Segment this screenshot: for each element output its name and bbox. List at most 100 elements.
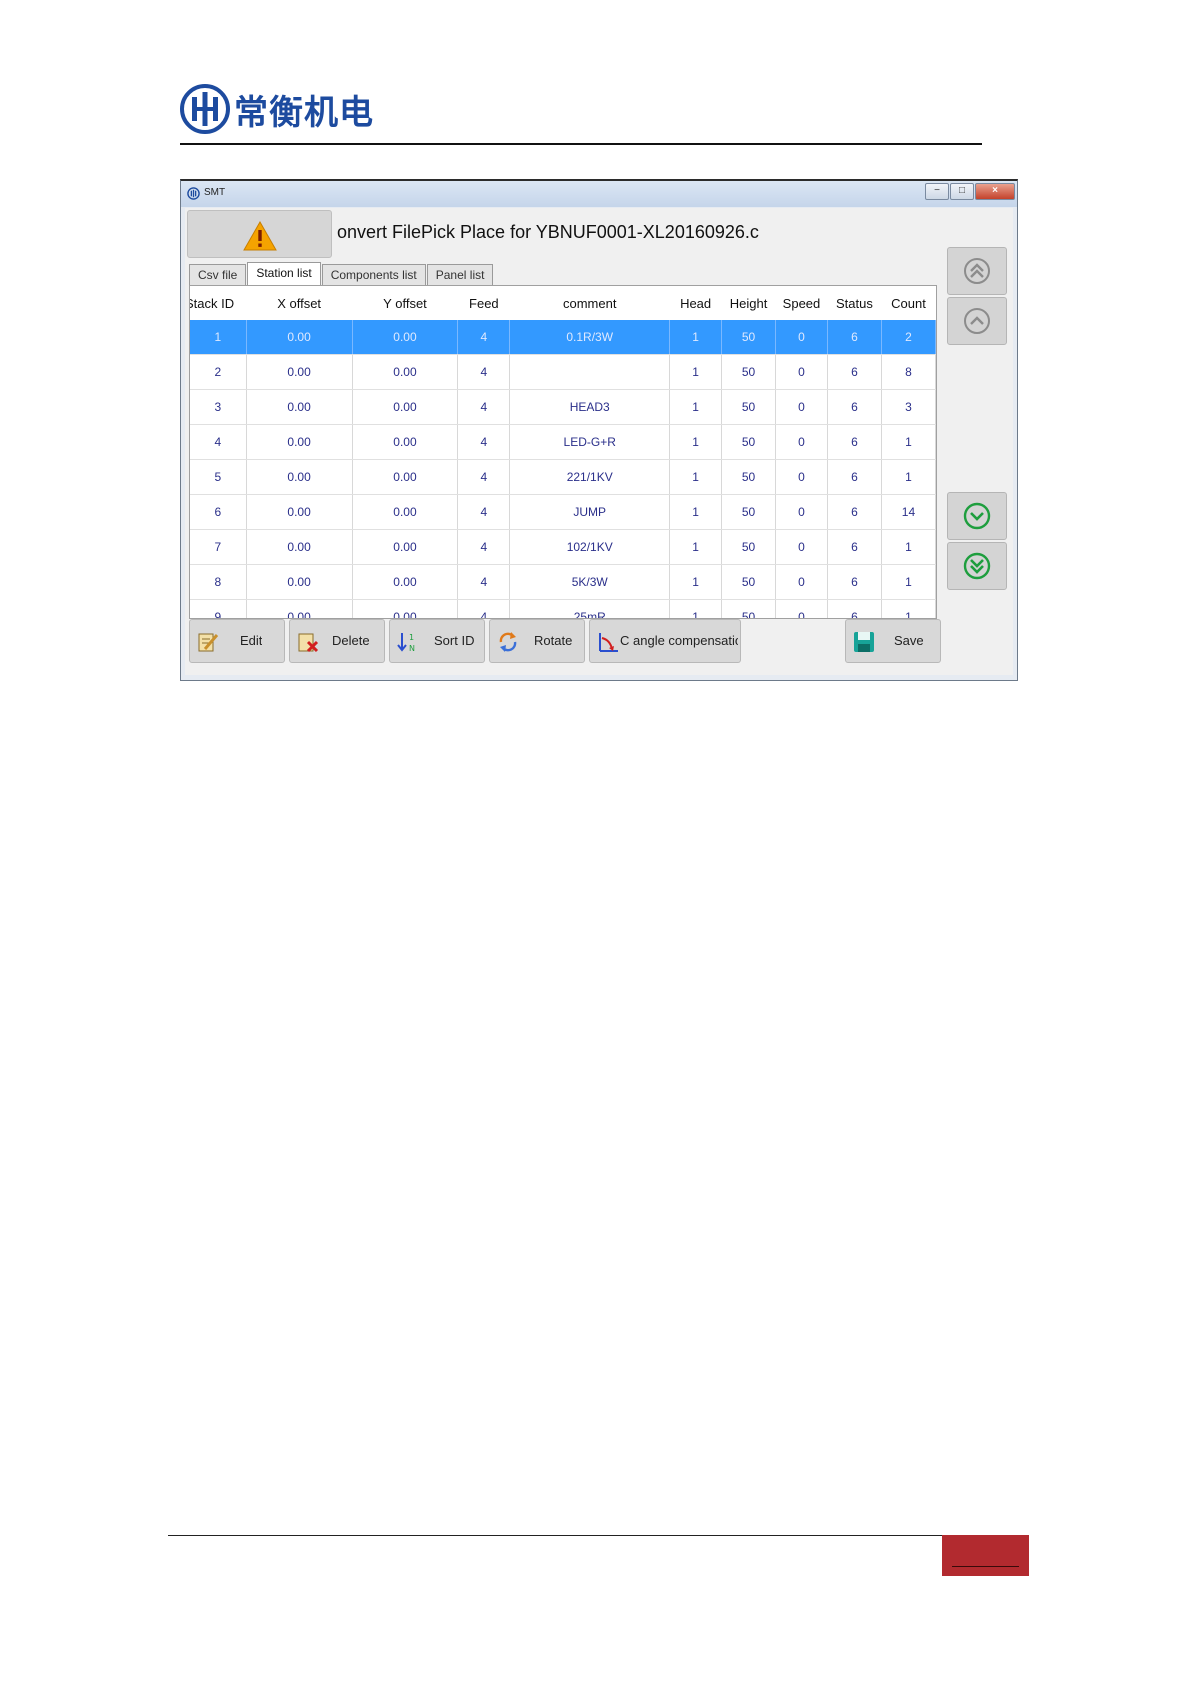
table-row[interactable]: 2 0.00 0.00 4 1 50 0 6 8 <box>190 354 936 390</box>
scroll-down-button[interactable] <box>947 492 1007 540</box>
tab-panel-list[interactable]: Panel list <box>426 264 494 285</box>
table-cell: 0.00 <box>352 389 459 425</box>
table-cell: 0.00 <box>352 459 459 495</box>
column-header[interactable]: Height <box>721 286 776 320</box>
table-cell: 4 <box>457 599 511 618</box>
double-chevron-up-icon <box>964 258 990 284</box>
table-row[interactable]: 7 0.00 0.00 4 102/1KV 1 50 0 6 1 <box>190 529 936 565</box>
table-cell: 0 <box>775 354 828 390</box>
table-cell: 4 <box>457 459 511 495</box>
table-row[interactable]: 1 0.00 0.00 4 0.1R/3W 1 50 0 6 2 <box>190 320 936 355</box>
sort-id-label: Sort ID <box>434 633 475 648</box>
warning-button[interactable] <box>187 210 332 258</box>
table-cell: 5K/3W <box>509 564 671 600</box>
table-cell: 9 <box>190 599 247 618</box>
table-row[interactable]: 5 0.00 0.00 4 221/1KV 1 50 0 6 1 <box>190 459 936 495</box>
sort-id-button[interactable]: 1 N Sort ID <box>389 619 485 663</box>
table-cell: 4 <box>457 424 511 460</box>
column-header[interactable]: Head <box>669 286 722 320</box>
table-cell: 0 <box>775 320 828 355</box>
column-header[interactable]: Count <box>881 286 936 320</box>
table-cell: 1 <box>669 459 723 495</box>
table-cell: 4 <box>190 424 247 460</box>
table-cell: 5 <box>190 459 247 495</box>
tab-bar: Csv file Station list Components list Pa… <box>189 262 494 285</box>
table-cell: 4 <box>457 564 511 600</box>
table-cell: 4 <box>457 389 511 425</box>
table-cell: 4 <box>457 529 511 565</box>
table-cell: 0.00 <box>352 494 459 530</box>
tab-station-list[interactable]: Station list <box>247 262 321 285</box>
table-row[interactable]: 9 0.00 0.00 4 25mR 1 50 0 6 1 <box>190 599 936 618</box>
column-header[interactable]: Stack ID <box>190 286 247 320</box>
table-cell: 0.00 <box>246 529 353 565</box>
table-cell: 0.00 <box>246 599 353 618</box>
edit-label: Edit <box>240 633 263 648</box>
scroll-up-button[interactable] <box>947 297 1007 345</box>
close-button[interactable]: × <box>975 183 1015 200</box>
table-cell: 1 <box>881 599 936 618</box>
table-cell: 0 <box>775 459 828 495</box>
table-cell: 25mR <box>509 599 671 618</box>
scroll-top-button[interactable] <box>947 247 1007 295</box>
column-header[interactable]: Speed <box>775 286 828 320</box>
logo-mark-icon <box>180 84 230 134</box>
rotate-button[interactable]: Rotate <box>489 619 585 663</box>
maximize-button[interactable]: □ <box>950 183 974 200</box>
table-cell: 1 <box>190 320 247 355</box>
header-divider <box>180 143 982 145</box>
table-cell: 2 <box>881 320 936 355</box>
table-cell: 0.00 <box>246 389 353 425</box>
window-title: SMT <box>204 187 226 198</box>
table-cell: 0.00 <box>246 424 353 460</box>
company-logo: 常衡机电 <box>180 84 374 134</box>
table-cell: 0 <box>775 494 828 530</box>
table-cell: 6 <box>827 459 882 495</box>
table-cell: 0.00 <box>246 459 353 495</box>
station-table[interactable]: Stack ID X offset Y offset Feed comment … <box>189 285 937 619</box>
minimize-button[interactable]: − <box>925 183 949 200</box>
column-header[interactable]: comment <box>509 286 670 320</box>
angle-compensation-label: C angle compensation <box>620 633 738 648</box>
table-cell: 0.00 <box>246 354 353 390</box>
table-cell: 1 <box>669 389 723 425</box>
table-cell: 50 <box>721 564 777 600</box>
delete-button[interactable]: Delete <box>289 619 385 663</box>
table-cell: 0.1R/3W <box>509 320 671 355</box>
table-cell: 4 <box>457 320 511 355</box>
double-chevron-down-icon <box>963 552 991 580</box>
table-header-row: Stack ID X offset Y offset Feed comment … <box>190 286 936 320</box>
tab-csv-file[interactable]: Csv file <box>189 264 247 285</box>
table-cell: 6 <box>190 494 247 530</box>
column-header[interactable]: Feed <box>457 286 510 320</box>
table-cell: 2 <box>190 354 247 390</box>
table-cell: 1 <box>669 564 723 600</box>
table-row[interactable]: 8 0.00 0.00 4 5K/3W 1 50 0 6 1 <box>190 564 936 600</box>
table-cell: 6 <box>827 529 882 565</box>
rotate-icon <box>499 632 517 652</box>
table-cell: 0 <box>775 389 828 425</box>
save-button[interactable]: Save <box>845 619 941 663</box>
edit-button[interactable]: Edit <box>189 619 285 663</box>
column-header[interactable]: Y offset <box>352 286 458 320</box>
table-cell: 1 <box>881 459 936 495</box>
table-cell: 1 <box>881 424 936 460</box>
table-cell: 50 <box>721 320 777 355</box>
column-header[interactable]: Status <box>827 286 882 320</box>
table-cell: 8 <box>881 354 936 390</box>
scroll-bottom-button[interactable] <box>947 542 1007 590</box>
column-header[interactable]: X offset <box>246 286 353 320</box>
table-cell: LED-G+R <box>509 424 671 460</box>
app-icon <box>187 187 200 200</box>
table-cell: 8 <box>190 564 247 600</box>
client-area: onvert FilePick Place for YBNUF0001-XL20… <box>185 208 1013 675</box>
tab-components-list[interactable]: Components list <box>321 264 426 285</box>
table-cell: 0.00 <box>352 320 459 355</box>
table-row[interactable]: 3 0.00 0.00 4 HEAD3 1 50 0 6 3 <box>190 389 936 425</box>
table-row[interactable]: 6 0.00 0.00 4 JUMP 1 50 0 6 14 <box>190 494 936 530</box>
angle-compensation-button[interactable]: C angle compensation <box>589 619 741 663</box>
warning-icon <box>243 221 277 251</box>
window-titlebar[interactable]: SMT − □ × <box>181 181 1017 207</box>
edit-icon <box>198 633 219 652</box>
table-row[interactable]: 4 0.00 0.00 4 LED-G+R 1 50 0 6 1 <box>190 424 936 460</box>
